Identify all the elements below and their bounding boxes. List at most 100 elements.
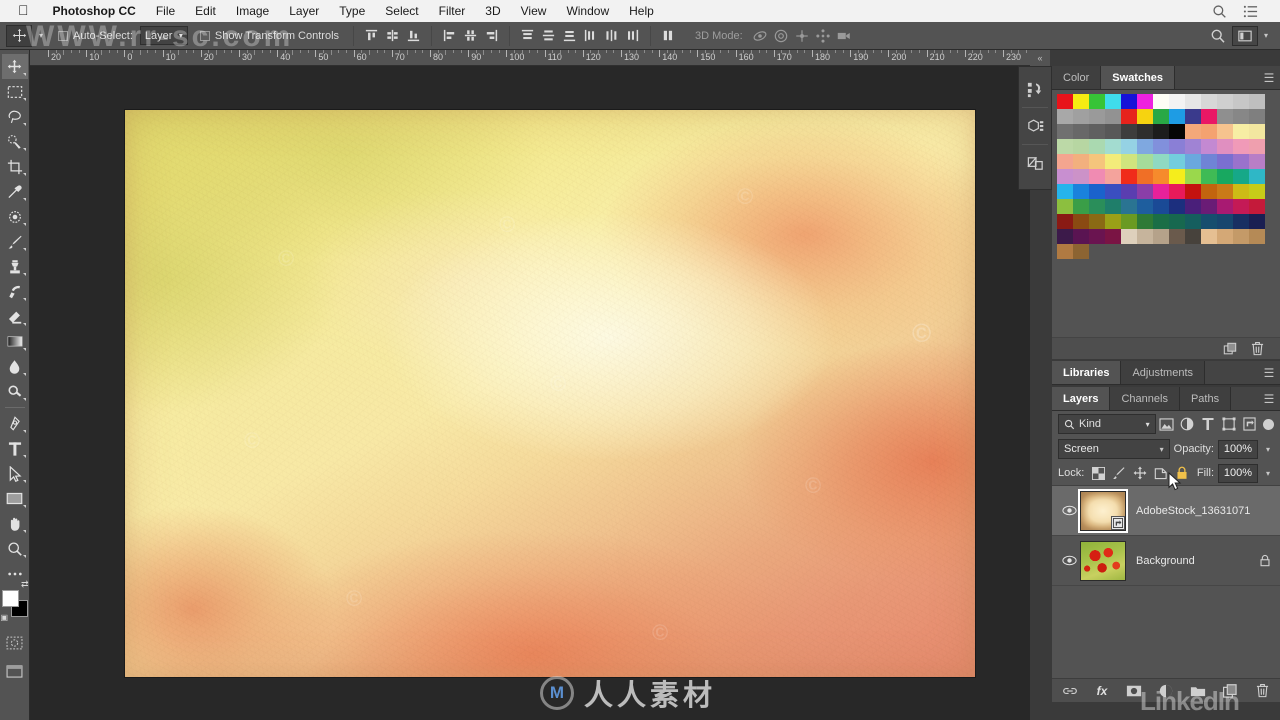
color-swatch[interactable] (1073, 229, 1089, 244)
color-swatch[interactable] (1185, 229, 1201, 244)
color-swatch[interactable] (1249, 154, 1265, 169)
color-swatch[interactable] (1217, 184, 1233, 199)
color-swatch[interactable] (1105, 199, 1121, 214)
color-swatch[interactable] (1201, 199, 1217, 214)
eraser-tool[interactable] (2, 304, 28, 329)
align-distribute-more-button[interactable] (658, 25, 679, 46)
color-swatch[interactable] (1089, 94, 1105, 109)
color-swatch[interactable] (1073, 214, 1089, 229)
color-swatch[interactable] (1169, 124, 1185, 139)
color-swatch[interactable] (1121, 124, 1137, 139)
link-layers-icon[interactable] (1062, 683, 1078, 699)
new-group-icon[interactable] (1190, 683, 1206, 699)
path-selection-tool[interactable] (2, 461, 28, 486)
color-swatch[interactable] (1105, 214, 1121, 229)
color-swatch[interactable] (1233, 139, 1249, 154)
color-swatch[interactable] (1185, 109, 1201, 124)
auto-select-scope-dropdown[interactable]: Layer ▾ (139, 26, 188, 45)
layer-name[interactable]: Background (1126, 555, 1256, 567)
libraries-panel-menu-icon[interactable]: ☰ (1258, 361, 1280, 384)
tab-color[interactable]: Color (1052, 66, 1102, 89)
color-swatch[interactable] (1057, 139, 1073, 154)
color-swatch[interactable] (1121, 94, 1137, 109)
color-swatch[interactable] (1233, 94, 1249, 109)
color-swatch[interactable] (1169, 229, 1185, 244)
color-swatch[interactable] (1249, 184, 1265, 199)
default-colors-icon[interactable]: ▣ (1, 613, 9, 622)
color-swatch[interactable] (1233, 199, 1249, 214)
layer-visibility-toggle[interactable] (1058, 555, 1080, 566)
color-swatch[interactable] (1089, 184, 1105, 199)
color-swatch[interactable] (1105, 154, 1121, 169)
color-swatch[interactable] (1201, 184, 1217, 199)
color-swatch[interactable] (1217, 214, 1233, 229)
properties-panel-icon[interactable] (1020, 145, 1050, 181)
color-swatch[interactable] (1057, 154, 1073, 169)
color-swatch[interactable] (1137, 229, 1153, 244)
workspace-switcher-button[interactable] (1231, 25, 1258, 46)
color-swatch[interactable] (1153, 139, 1169, 154)
color-swatch[interactable] (1169, 214, 1185, 229)
current-tool-move-icon[interactable] (6, 24, 32, 47)
menu-layer[interactable]: Layer (279, 0, 329, 22)
menu-select[interactable]: Select (375, 0, 428, 22)
tool-preset-caret-icon[interactable]: ▾ (34, 31, 48, 40)
color-swatch[interactable] (1185, 154, 1201, 169)
color-swatch[interactable] (1169, 139, 1185, 154)
eyedropper-tool[interactable] (2, 179, 28, 204)
color-swatch[interactable] (1089, 214, 1105, 229)
tab-layers[interactable]: Layers (1052, 387, 1111, 410)
auto-select-checkbox[interactable] (58, 30, 68, 41)
color-swatch[interactable] (1169, 94, 1185, 109)
drag-3d-icon[interactable] (792, 25, 813, 46)
notification-list-icon[interactable] (1243, 4, 1258, 19)
menu-edit[interactable]: Edit (185, 0, 226, 22)
color-swatch[interactable] (1185, 169, 1201, 184)
layer-name[interactable]: AdobeStock_13631071 (1126, 505, 1274, 517)
color-swatch[interactable] (1121, 184, 1137, 199)
color-swatch[interactable] (1249, 139, 1265, 154)
history-brush-tool[interactable] (2, 279, 28, 304)
color-swatch[interactable] (1153, 94, 1169, 109)
menu-3d[interactable]: 3D (475, 0, 510, 22)
color-swatch[interactable] (1089, 139, 1105, 154)
color-swatch[interactable] (1105, 109, 1121, 124)
color-swatch[interactable] (1057, 109, 1073, 124)
gradient-tool[interactable] (2, 329, 28, 354)
color-swatch[interactable] (1233, 214, 1249, 229)
color-swatch[interactable] (1057, 124, 1073, 139)
lock-artboard-nesting-icon[interactable] (1154, 466, 1168, 480)
color-swatch[interactable] (1217, 169, 1233, 184)
filter-shape-icon[interactable] (1218, 414, 1239, 434)
color-swatch[interactable] (1217, 124, 1233, 139)
color-swatch[interactable] (1089, 109, 1105, 124)
color-swatch[interactable] (1073, 184, 1089, 199)
distribute-horizontal-centers-button[interactable] (601, 25, 622, 46)
color-swatch[interactable] (1233, 184, 1249, 199)
color-swatch[interactable] (1249, 214, 1265, 229)
color-swatch[interactable] (1185, 139, 1201, 154)
layer-thumbnail[interactable] (1078, 488, 1128, 533)
menu-window[interactable]: Window (556, 0, 619, 22)
document-canvas[interactable]: © © © © © © © © (125, 110, 975, 677)
layer-thumbnail[interactable] (1080, 540, 1126, 581)
color-swatch[interactable] (1201, 124, 1217, 139)
screen-mode-button[interactable] (2, 659, 28, 684)
color-swatch[interactable] (1201, 94, 1217, 109)
blur-tool[interactable] (2, 354, 28, 379)
opacity-value-field[interactable]: 100% (1218, 439, 1258, 459)
type-tool[interactable] (2, 436, 28, 461)
hand-tool[interactable] (2, 511, 28, 536)
color-swatch[interactable] (1089, 154, 1105, 169)
color-swatch[interactable] (1121, 214, 1137, 229)
tab-channels[interactable]: Channels (1110, 387, 1180, 410)
foreground-color-swatch[interactable] (1, 590, 19, 607)
color-swatch[interactable] (1105, 184, 1121, 199)
history-panel-icon[interactable] (1020, 71, 1050, 107)
color-swatch[interactable] (1233, 109, 1249, 124)
color-swatch[interactable] (1249, 169, 1265, 184)
color-swatch[interactable] (1169, 109, 1185, 124)
filter-adjustment-icon[interactable] (1176, 414, 1197, 434)
color-swatch[interactable] (1249, 124, 1265, 139)
crop-tool[interactable] (2, 154, 28, 179)
